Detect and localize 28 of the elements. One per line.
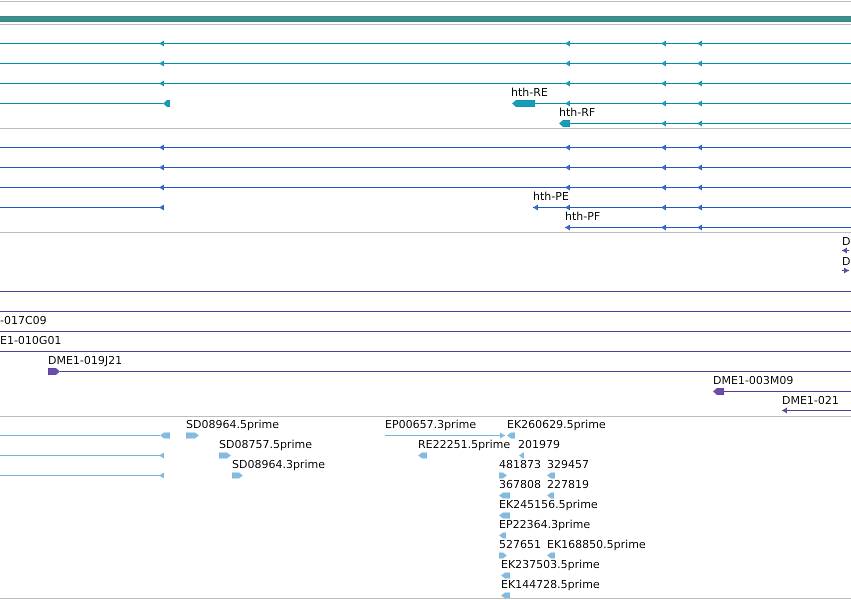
feature-label: hth-RE [511,86,548,99]
feature-label: EK168850.5prime [547,538,646,551]
feature-label: RE22251.5prime [418,438,510,451]
feature-label: hth-PF [565,210,600,223]
feature-label: D [842,255,850,268]
feature-label: 227819 [547,478,589,491]
feature-label: SD08964.5prime [186,418,279,431]
feature-label: EK237503.5prime [501,558,600,571]
feature-label: 367808 [499,478,541,491]
feature-label: EP00657.3prime [385,418,476,431]
feature-label: 329457 [547,458,589,471]
feature-label: SD08964.3prime [232,458,325,471]
feature-label: 527651 [499,538,541,551]
feature-label: DME1-019J21 [48,354,122,367]
feature-label: DME1-021 [782,394,839,407]
feature-label: -017C09 [0,314,47,327]
feature-label: D [842,235,850,248]
feature-label: hth-RF [559,106,596,119]
feature-label: SD08757.5prime [219,438,312,451]
feature-label: EP22364.3prime [499,518,590,531]
feature-label: EK144728.5prime [501,578,600,591]
feature-label: DME1-003M09 [713,374,794,387]
feature-label: hth-PE [533,190,569,203]
feature-label: 481873 [499,458,541,471]
feature-label: EK245156.5prime [499,498,598,511]
feature-label: 201979 [518,438,560,451]
feature-label: E1-010G01 [0,334,62,347]
feature-label: EK260629.5prime [507,418,606,431]
